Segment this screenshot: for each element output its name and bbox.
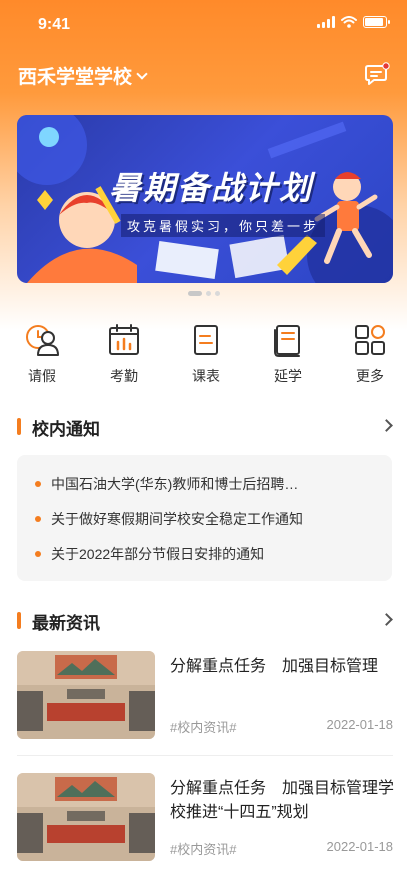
quick-action-label: 课表	[192, 368, 220, 384]
cellular-signal-icon	[317, 16, 335, 28]
page-dot[interactable]	[205, 291, 211, 296]
extended-study-icon	[274, 325, 300, 357]
banner-subtitle: 攻克暑假实习，你只差一步	[121, 214, 326, 237]
news-date: 2022-01-18	[326, 717, 394, 732]
quick-actions: 请假 考勤 课表 延学 更多	[0, 322, 407, 392]
quick-action-schedule[interactable]: 课表	[176, 322, 236, 386]
section-marker	[17, 418, 21, 435]
notices-card: 中国石油大学(华东)教师和博士后招聘… 关于做好寒假期间学校安全稳定工作通知 关…	[17, 455, 392, 581]
notice-text: 关于做好寒假期间学校安全稳定工作通知	[51, 511, 303, 527]
top-bar: 西禾学堂学校	[0, 56, 407, 96]
divider	[17, 755, 393, 756]
notices-header[interactable]: 校内通知	[0, 415, 407, 439]
wifi-icon	[341, 16, 357, 28]
news-item[interactable]: 分解重点任务 加强目标管理 #校内资讯# 2022-01-18	[17, 651, 393, 746]
bullet-icon	[35, 481, 41, 487]
news-title: 最新资讯	[32, 614, 100, 633]
school-name: 西禾学堂学校	[18, 67, 133, 88]
quick-action-label: 考勤	[110, 368, 138, 384]
bullet-icon	[35, 551, 41, 557]
news-item[interactable]: 分解重点任务 加强目标管理学校推进“十四五”规划 #校内资讯# 2022-01-…	[17, 773, 395, 868]
notice-text: 中国石油大学(华东)教师和博士后招聘…	[51, 476, 299, 492]
news-tag: #校内资讯#	[170, 720, 237, 735]
chevron-down-icon	[136, 67, 148, 80]
news-headline: 分解重点任务 加强目标管理学校推进“十四五”规划	[170, 780, 395, 821]
chevron-right-icon[interactable]	[380, 613, 393, 626]
quick-action-label: 延学	[274, 368, 302, 384]
news-header[interactable]: 最新资讯	[0, 609, 407, 633]
status-icons	[317, 16, 390, 28]
page-dot[interactable]	[214, 291, 220, 296]
leave-icon	[26, 325, 59, 356]
more-grid-icon	[355, 325, 385, 355]
bullet-icon	[35, 516, 41, 522]
quick-action-label: 请假	[28, 368, 56, 384]
chevron-right-icon[interactable]	[380, 419, 393, 432]
notices-title: 校内通知	[32, 420, 100, 439]
battery-icon	[363, 16, 390, 28]
notice-item[interactable]: 关于做好寒假期间学校安全稳定工作通知	[35, 509, 380, 529]
school-selector[interactable]: 西禾学堂学校	[18, 62, 148, 89]
banner-title: 暑期备战计划	[109, 170, 314, 206]
news-date: 2022-01-18	[326, 839, 394, 854]
promo-banner[interactable]: 暑期备战计划 攻克暑假实习，你只差一步	[17, 115, 393, 283]
news-tag: #校内资讯#	[170, 842, 237, 857]
section-marker	[17, 612, 21, 629]
news-thumbnail	[17, 773, 155, 861]
quick-action-more[interactable]: 更多	[340, 322, 400, 386]
quick-action-extended-study[interactable]: 延学	[258, 322, 318, 386]
quick-action-label: 更多	[356, 368, 384, 384]
schedule-icon	[194, 325, 218, 355]
notice-item[interactable]: 中国石油大学(华东)教师和博士后招聘…	[35, 474, 380, 494]
quick-action-attendance[interactable]: 考勤	[94, 322, 154, 386]
attendance-icon	[109, 324, 139, 355]
page-dot[interactable]	[187, 291, 202, 296]
notice-item[interactable]: 关于2022年部分节假日安排的通知	[35, 544, 380, 564]
quick-action-leave[interactable]: 请假	[12, 322, 72, 386]
status-time: 9:41	[38, 16, 71, 33]
banner-pagination	[0, 291, 407, 296]
status-bar: 9:41	[0, 0, 407, 50]
notice-text: 关于2022年部分节假日安排的通知	[51, 546, 265, 562]
message-icon[interactable]	[363, 60, 391, 88]
news-thumbnail	[17, 651, 155, 739]
news-headline: 分解重点任务 加强目标管理	[170, 658, 379, 675]
